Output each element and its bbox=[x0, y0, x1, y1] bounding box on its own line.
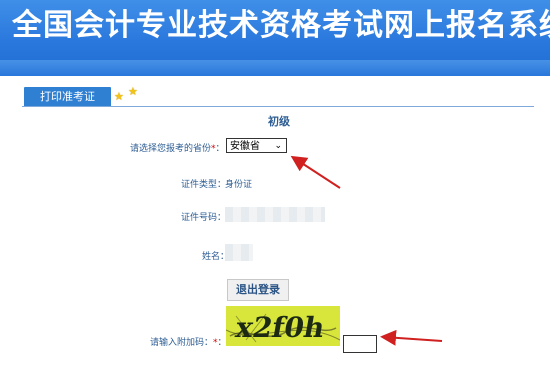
arrow-to-captcha-input bbox=[380, 329, 443, 346]
arrow-to-province bbox=[290, 155, 341, 189]
annotation-arrows bbox=[290, 155, 443, 346]
